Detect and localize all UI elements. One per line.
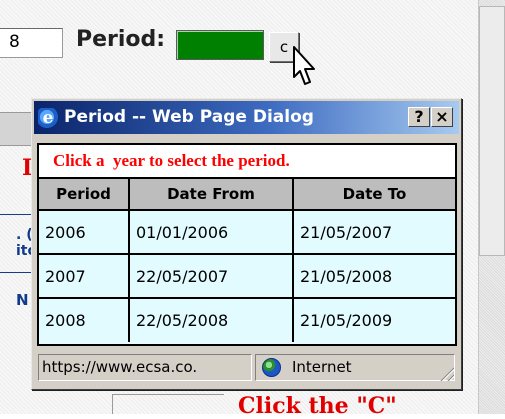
- background-divider: [0, 214, 34, 215]
- period-dialog: e Period -- Web Page Dialog ? × Click a …: [31, 98, 462, 390]
- column-header-date-from: Date From: [128, 179, 294, 211]
- close-button[interactable]: ×: [431, 107, 453, 127]
- security-zone: Internet: [255, 354, 455, 381]
- background-link-fragment-2[interactable]: N: [16, 291, 29, 309]
- table-row[interactable]: 2006 01/01/2006 21/05/2007: [39, 209, 455, 255]
- dialog-titlebar[interactable]: e Period -- Web Page Dialog ? ×: [34, 101, 459, 134]
- background-table-cell: [112, 394, 224, 414]
- dialog-status-bar: https://www.ecsa.co. Internet: [34, 351, 459, 385]
- date-from-cell: 22/05/2007: [128, 253, 294, 299]
- period-year-cell[interactable]: 2008: [39, 297, 130, 342]
- status-url: https://www.ecsa.co.: [38, 354, 252, 381]
- period-label: Period:: [76, 27, 166, 52]
- page-scrollbar-thumb[interactable]: [479, 6, 505, 256]
- table-header-row: Period Date From Date To: [39, 179, 455, 211]
- globe-icon: [262, 358, 281, 377]
- period-year-cell[interactable]: 2007: [39, 253, 130, 299]
- dialog-title: Period -- Web Page Dialog: [64, 107, 314, 127]
- date-to-cell: 21/05/2008: [292, 253, 455, 299]
- period-color-swatch: [176, 30, 264, 60]
- date-to-cell: 21/05/2007: [292, 209, 455, 255]
- year-input[interactable]: 8: [0, 28, 63, 58]
- dialog-content: Click a year to select the period. Perio…: [37, 143, 457, 346]
- date-from-cell: 22/05/2008: [128, 297, 294, 342]
- security-zone-label: Internet: [292, 358, 352, 376]
- background-divider: [0, 272, 34, 273]
- background-instruction-fragment: Click the "C": [238, 393, 397, 419]
- table-row[interactable]: 2008 22/05/2008 21/05/2009: [39, 297, 455, 342]
- help-button[interactable]: ?: [408, 107, 430, 127]
- table-row[interactable]: 2007 22/05/2007 21/05/2008: [39, 253, 455, 299]
- date-from-cell: 01/01/2006: [128, 209, 294, 255]
- column-header-date-to: Date To: [292, 179, 455, 211]
- date-to-cell: 21/05/2009: [292, 297, 455, 342]
- mouse-pointer-icon: [293, 46, 315, 85]
- column-header-period: Period: [39, 179, 130, 211]
- period-table: Period Date From Date To 2006 01/01/2006…: [39, 179, 455, 342]
- instruction-text: Click a year to select the period.: [39, 145, 455, 179]
- internet-explorer-icon: e: [38, 108, 58, 128]
- period-year-cell[interactable]: 2006: [39, 209, 130, 255]
